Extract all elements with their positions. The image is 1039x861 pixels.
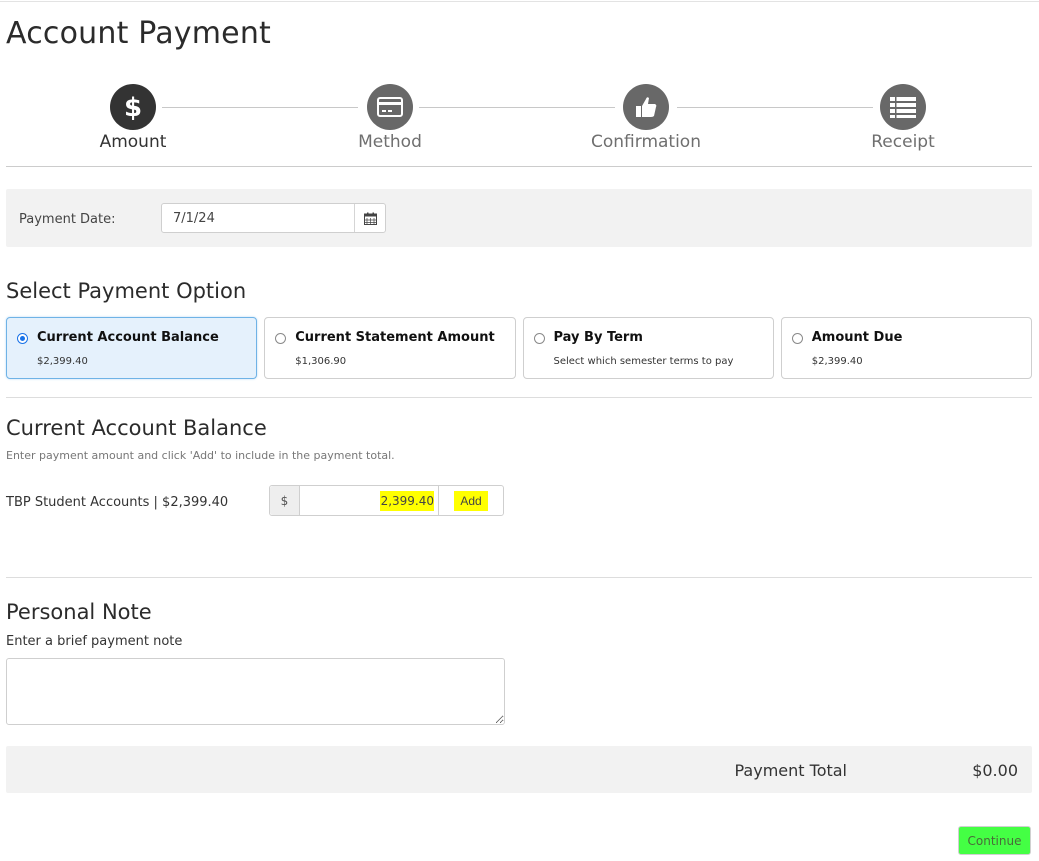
option-current-statement-amount[interactable]: Current Statement Amount $1,306.90 bbox=[264, 317, 516, 379]
payment-total-label: Payment Total bbox=[734, 761, 848, 780]
payment-date-panel: Payment Date: bbox=[6, 189, 1032, 247]
currency-addon: $ bbox=[270, 486, 300, 515]
option-amount-due[interactable]: Amount Due $2,399.40 bbox=[780, 317, 1032, 379]
top-divider bbox=[0, 1, 1039, 2]
option-title: Pay By Term bbox=[553, 330, 643, 345]
personal-note-label: Enter a brief payment note bbox=[6, 634, 183, 649]
dollar-icon: $ bbox=[110, 84, 156, 130]
step-label: Confirmation bbox=[591, 132, 701, 152]
radio-button[interactable] bbox=[791, 333, 803, 344]
svg-text:$: $ bbox=[124, 93, 142, 121]
step-label: Amount bbox=[99, 132, 167, 152]
step-label: Receipt bbox=[871, 132, 935, 152]
list-icon bbox=[880, 84, 926, 130]
balance-hint: Enter payment amount and click 'Add' to … bbox=[6, 449, 395, 462]
thumbs-up-icon bbox=[623, 84, 669, 130]
option-current-account-balance[interactable]: Current Account Balance $2,399.40 bbox=[6, 317, 258, 379]
payment-total-value: $0.00 bbox=[972, 761, 1018, 780]
radio-button[interactable] bbox=[17, 333, 28, 344]
payment-amount-input[interactable] bbox=[300, 486, 438, 515]
step-receipt: Receipt bbox=[833, 84, 973, 152]
option-subtitle: $1,306.90 bbox=[295, 356, 347, 367]
page-title: Account Payment bbox=[6, 16, 272, 51]
option-subtitle: $2,399.40 bbox=[811, 356, 863, 367]
option-title: Current Account Balance bbox=[37, 330, 219, 345]
calendar-icon bbox=[363, 212, 377, 225]
payment-date-label: Payment Date: bbox=[19, 212, 116, 227]
payment-total-panel: Payment Total $0.00 bbox=[6, 746, 1032, 793]
stepper-divider bbox=[6, 166, 1032, 167]
payment-date-picker bbox=[161, 203, 386, 233]
credit-card-icon bbox=[367, 84, 413, 130]
option-subtitle: Select which semester terms to pay bbox=[553, 356, 734, 367]
option-title: Current Statement Amount bbox=[295, 330, 495, 345]
radio-button[interactable] bbox=[533, 333, 545, 344]
option-pay-by-term[interactable]: Pay By Term Select which semester terms … bbox=[522, 317, 774, 379]
payment-date-input[interactable] bbox=[162, 204, 354, 232]
step-confirmation: Confirmation bbox=[576, 84, 716, 152]
radio-button[interactable] bbox=[275, 333, 287, 344]
option-title: Amount Due bbox=[811, 330, 903, 345]
payment-option-group: Current Account Balance $2,399.40 Curren… bbox=[6, 317, 1032, 379]
personal-note-heading: Personal Note bbox=[6, 600, 152, 624]
progress-stepper: $ Amount Method Confirmation Receipt bbox=[0, 84, 1039, 154]
step-method: Method bbox=[320, 84, 460, 152]
section-divider bbox=[6, 397, 1032, 398]
step-label: Method bbox=[358, 132, 422, 152]
option-subtitle: $2,399.40 bbox=[37, 356, 88, 367]
personal-note-textarea[interactable] bbox=[6, 658, 505, 725]
amount-input-group: $ Add bbox=[269, 485, 504, 516]
section-divider bbox=[6, 577, 1032, 578]
calendar-button[interactable] bbox=[354, 204, 385, 232]
add-button-label: Add bbox=[454, 490, 488, 511]
add-button[interactable]: Add bbox=[438, 486, 503, 515]
account-label: TBP Student Accounts | $2,399.40 bbox=[6, 495, 229, 510]
payment-option-heading: Select Payment Option bbox=[6, 279, 247, 303]
balance-heading: Current Account Balance bbox=[6, 416, 267, 440]
continue-button[interactable]: Continue bbox=[958, 826, 1031, 855]
step-amount: $ Amount bbox=[63, 84, 203, 152]
